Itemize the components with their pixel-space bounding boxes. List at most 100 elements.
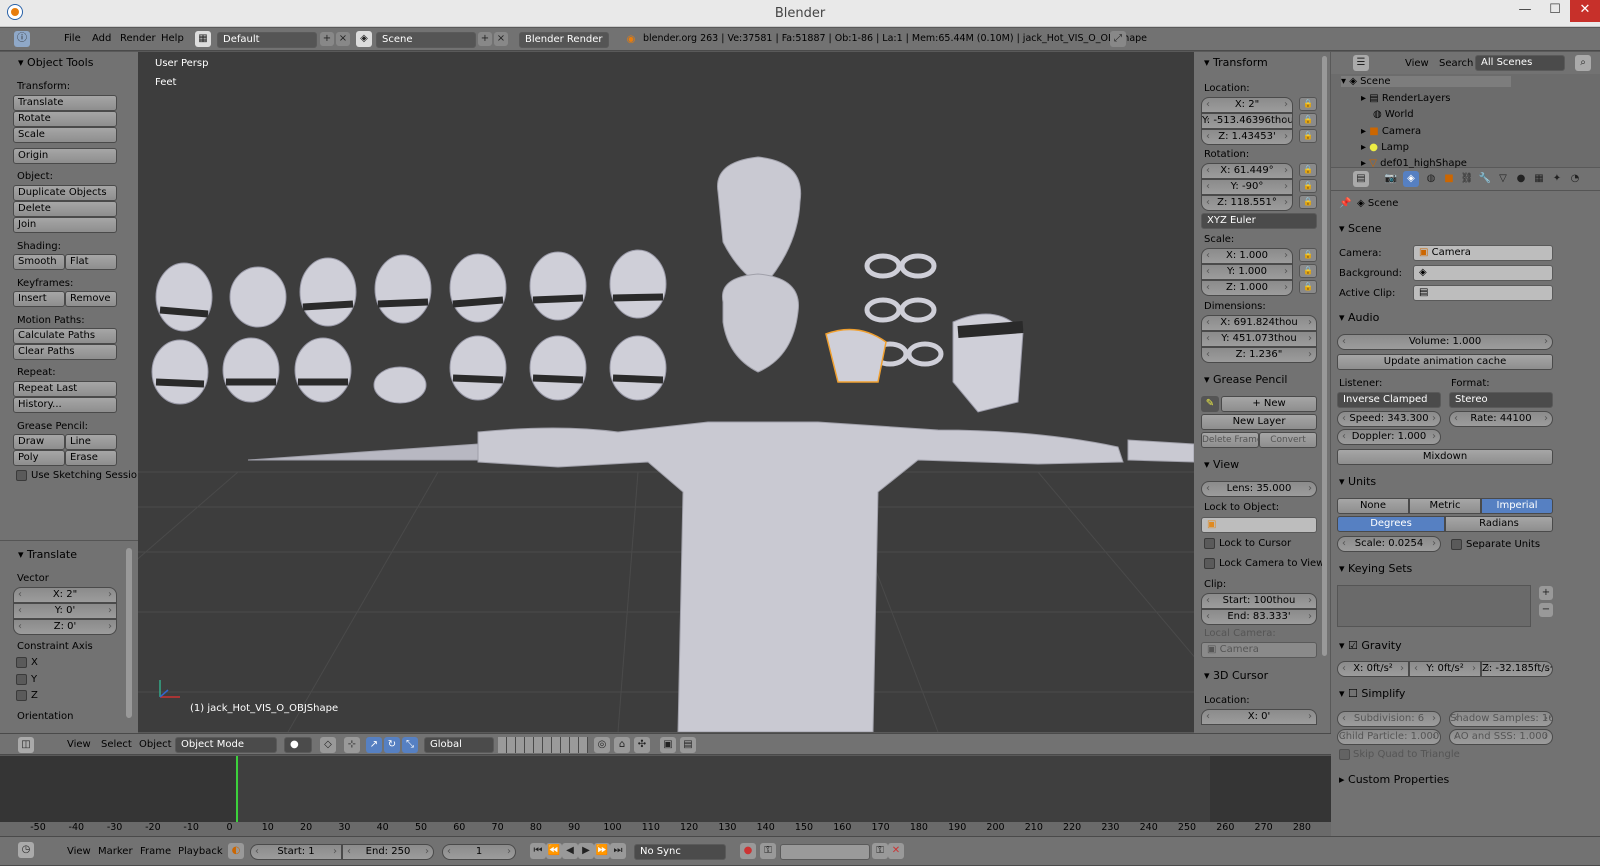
radians-button[interactable]: Radians: [1445, 516, 1553, 532]
n-scale-y[interactable]: Y: 1.000: [1201, 264, 1293, 280]
properties-editor-icon[interactable]: ▤: [1353, 171, 1369, 187]
vector-y-field[interactable]: Y: 0': [13, 603, 117, 619]
camera-field[interactable]: ▣ Camera: [1413, 245, 1553, 261]
particles-context-icon[interactable]: ✦: [1549, 171, 1565, 187]
gravity-z-field[interactable]: Z: -32.185ft/s²: [1481, 661, 1553, 677]
scene-context-icon[interactable]: ◈: [1403, 171, 1419, 187]
menu-file[interactable]: File: [64, 28, 81, 50]
duplicate-objects-button[interactable]: Duplicate Objects: [13, 185, 117, 201]
shadow-samples-field[interactable]: Shadow Samples: 16: [1449, 711, 1553, 727]
lock-rot-y-icon[interactable]: 🔒: [1299, 179, 1317, 193]
timeline-menu-view[interactable]: View: [67, 841, 91, 863]
lock-object-field[interactable]: ▣: [1201, 517, 1317, 533]
menu-add[interactable]: Add: [92, 28, 111, 50]
clip-end-field[interactable]: End: 83.333': [1201, 609, 1317, 625]
degrees-button[interactable]: Degrees: [1337, 516, 1445, 532]
editor-type-icon[interactable]: ⓘ: [14, 31, 30, 47]
delete-button[interactable]: Delete: [13, 201, 117, 217]
background-field[interactable]: ◈: [1413, 265, 1553, 281]
gp-poly-button[interactable]: Poly: [13, 450, 65, 466]
lock-loc-y-icon[interactable]: 🔒: [1299, 113, 1317, 127]
fullscreen-icon[interactable]: ⤢: [1110, 31, 1126, 47]
transform-orientation-select[interactable]: Global: [424, 737, 494, 753]
rotate-manip-icon[interactable]: ↻: [384, 737, 400, 753]
gp-line-button[interactable]: Line: [65, 434, 117, 450]
sync-select[interactable]: No Sync: [634, 844, 726, 860]
lock-cursor-checkbox[interactable]: [1204, 538, 1215, 549]
timeline-menu-marker[interactable]: Marker: [98, 841, 133, 863]
scene-icon[interactable]: ◈: [356, 31, 372, 47]
smooth-button[interactable]: Smooth: [13, 254, 65, 270]
n-location-y[interactable]: Y: -513.46396thou: [1201, 113, 1293, 129]
viewport-shading-select[interactable]: ●: [284, 737, 312, 753]
lens-field[interactable]: Lens: 35.000: [1201, 481, 1317, 497]
gp-new-layer-button[interactable]: New Layer: [1201, 414, 1317, 430]
outliner-item-world[interactable]: ◍ World: [1373, 109, 1414, 120]
lock-scale-y-icon[interactable]: 🔒: [1299, 264, 1317, 278]
maximize-button[interactable]: ☐: [1540, 0, 1570, 22]
unit-imperial-button[interactable]: Imperial: [1481, 498, 1553, 514]
n-transform-title[interactable]: ▾ Transform: [1204, 56, 1268, 69]
audio-panel-title[interactable]: ▾ Audio: [1339, 311, 1379, 324]
rate-field[interactable]: Rate: 44100: [1449, 411, 1553, 427]
lock-camera-checkbox[interactable]: [1204, 558, 1215, 569]
scene-field[interactable]: Scene: [376, 32, 476, 48]
play-reverse-icon[interactable]: ◀: [562, 843, 578, 859]
calculate-paths-button[interactable]: Calculate Paths: [13, 328, 117, 344]
history-button[interactable]: History...: [13, 397, 117, 413]
render-engine-select[interactable]: Blender Render: [519, 32, 609, 48]
gp-convert-button[interactable]: Convert: [1259, 432, 1317, 448]
remove-keying-set-icon[interactable]: −: [1539, 603, 1553, 617]
scale-manip-icon[interactable]: ⤡: [402, 737, 418, 753]
join-button[interactable]: Join: [13, 217, 117, 233]
subdivision-field[interactable]: Subdivision: 6: [1337, 711, 1441, 727]
n-location-z[interactable]: Z: 1.43453': [1201, 129, 1293, 145]
material-context-icon[interactable]: ●: [1513, 171, 1529, 187]
constraint-y-checkbox[interactable]: [16, 674, 27, 685]
current-frame-line[interactable]: [236, 756, 238, 826]
play-icon[interactable]: ▶: [578, 843, 594, 859]
repeat-last-button[interactable]: Repeat Last: [13, 381, 117, 397]
render-animation-icon[interactable]: ▤: [680, 737, 696, 753]
flat-button[interactable]: Flat: [65, 254, 117, 270]
layout-field[interactable]: Default: [217, 32, 317, 48]
n-scale-z[interactable]: Z: 1.000: [1201, 280, 1293, 296]
origin-button[interactable]: Origin: [13, 148, 117, 164]
jump-end-icon[interactable]: ⏭: [610, 843, 626, 859]
n-panel-scrollbar[interactable]: [1322, 56, 1327, 656]
keying-sets-list[interactable]: [1337, 585, 1531, 627]
lock-scale-x-icon[interactable]: 🔒: [1299, 248, 1317, 262]
gravity-checkbox-icon[interactable]: ☑: [1348, 639, 1358, 652]
keying-set-icon[interactable]: ⚿: [760, 843, 776, 859]
insert-keyframe-button[interactable]: Insert: [13, 291, 65, 307]
menu-render[interactable]: Render: [120, 28, 156, 50]
n-dim-y[interactable]: Y: 451.073thou: [1201, 331, 1317, 347]
child-particle-field[interactable]: Child Particle: 1.000: [1337, 729, 1441, 745]
remove-layout-icon[interactable]: ×: [336, 32, 350, 46]
gravity-y-field[interactable]: Y: 0ft/s²: [1409, 661, 1481, 677]
scene-panel-title[interactable]: ▾ Scene: [1339, 222, 1382, 235]
pivot-icon[interactable]: ◇: [320, 737, 336, 753]
snap-icon[interactable]: ⌂: [614, 737, 630, 753]
render-preview-icon[interactable]: ▣: [660, 737, 676, 753]
listener-select[interactable]: Inverse Clamped: [1337, 392, 1441, 408]
add-scene-icon[interactable]: +: [478, 32, 492, 46]
outliner-item-scene[interactable]: ▾ ◈ Scene: [1341, 76, 1511, 87]
constraints-context-icon[interactable]: ⛓: [1459, 171, 1475, 187]
outliner-item-camera[interactable]: ▸ ■ Camera: [1361, 126, 1421, 137]
data-context-icon[interactable]: ▽: [1495, 171, 1511, 187]
menu-help[interactable]: Help: [161, 28, 184, 50]
world-context-icon[interactable]: ◍: [1423, 171, 1439, 187]
outliner-search-menu[interactable]: Search: [1439, 58, 1473, 69]
n-cursor-title[interactable]: ▾ 3D Cursor: [1204, 669, 1268, 682]
add-keying-set-icon[interactable]: +: [1539, 586, 1553, 600]
insert-key-icon[interactable]: ⚿: [872, 843, 888, 859]
jump-keyframe-back-icon[interactable]: ⏪: [546, 843, 562, 859]
outliner-view-menu[interactable]: View: [1405, 58, 1429, 69]
constraint-z-checkbox[interactable]: [16, 690, 27, 701]
speed-field[interactable]: Speed: 343.300: [1337, 411, 1441, 427]
simplify-checkbox-icon[interactable]: ☐: [1348, 687, 1358, 700]
mixdown-button[interactable]: Mixdown: [1337, 449, 1553, 465]
update-animation-cache-button[interactable]: Update animation cache: [1337, 354, 1553, 370]
preview-range-icon[interactable]: ◐: [228, 843, 244, 859]
